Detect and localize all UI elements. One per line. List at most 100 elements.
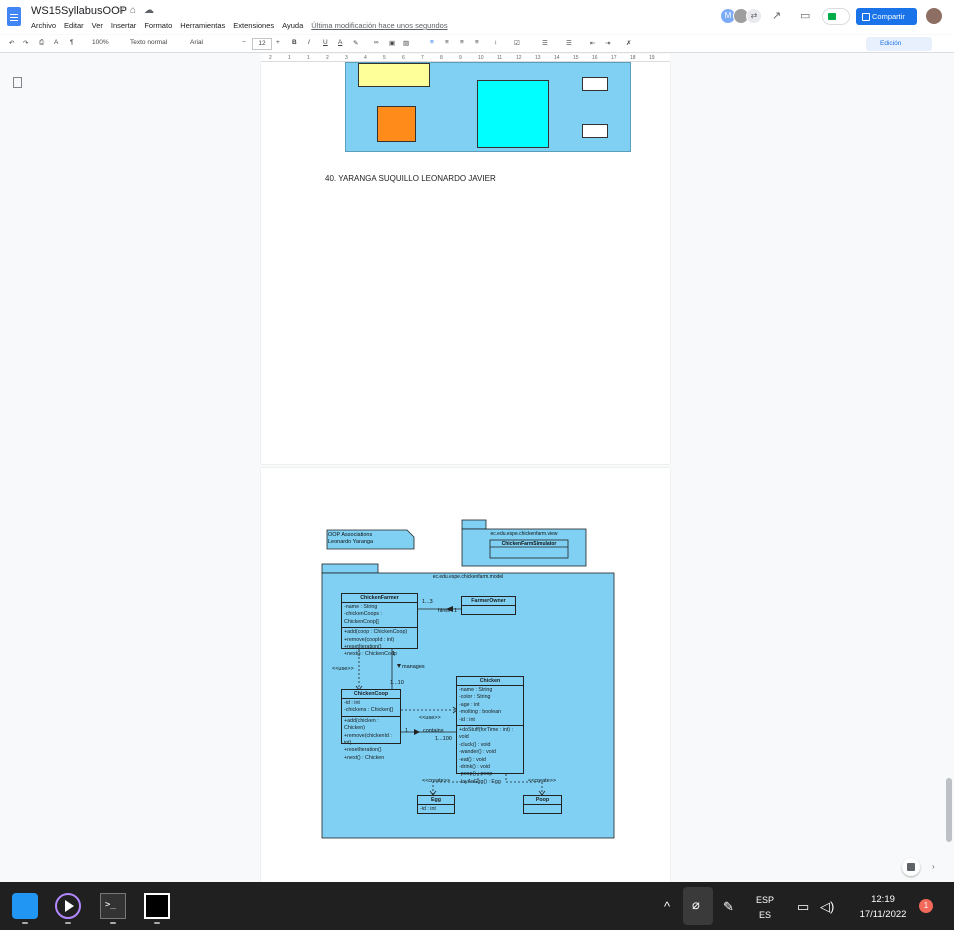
class-operation: +resetIteration() [344, 747, 382, 754]
input-language[interactable]: ESP ES [756, 893, 774, 923]
paint-format-icon[interactable]: ¶ [70, 39, 74, 46]
document-outline-icon[interactable] [13, 77, 22, 88]
menu-tools[interactable]: Herramientas [180, 21, 225, 30]
volume-icon[interactable]: ◁) [820, 899, 834, 915]
bulleted-list-icon[interactable]: ☰ [542, 39, 548, 47]
comment-icon[interactable]: ▣ [389, 39, 395, 47]
stereotype-label: <<use>> [332, 666, 354, 672]
author-line[interactable]: 40. YARANGA SUQUILLO LEONARDO JAVIER [325, 174, 496, 183]
network-icon[interactable]: ▭ [797, 899, 809, 915]
zoom-select[interactable]: 100% [92, 39, 109, 46]
collapse-arrow-icon[interactable]: › [932, 862, 935, 871]
document-title[interactable]: WS15SyllabusOOP [31, 5, 127, 17]
model-package-tab [321, 563, 379, 574]
highlight-icon[interactable]: ✎ [353, 39, 358, 47]
menu-bar: Archivo Editar Ver Insertar Formato Herr… [31, 21, 456, 30]
comments-icon[interactable]: ▭ [800, 9, 810, 22]
font-size-input[interactable]: 12 [252, 38, 272, 50]
decrease-indent-icon[interactable]: ⇤ [590, 39, 595, 47]
menu-help[interactable]: Ayuda [282, 21, 303, 30]
uml-diagram-image-partial[interactable] [345, 62, 631, 152]
link-icon[interactable]: ∞ [374, 39, 379, 46]
align-right-icon[interactable]: ≡ [460, 39, 464, 46]
menu-view[interactable]: Ver [92, 21, 103, 30]
ruler-mark: 2 [269, 55, 272, 61]
align-left-icon[interactable]: ≡ [430, 39, 434, 46]
system-clock[interactable]: 12:19 17/11/2022 [850, 892, 916, 922]
ruler-mark: 14 [554, 55, 560, 61]
increase-indent-icon[interactable]: ⇥ [605, 39, 610, 47]
ruler-mark: 18 [630, 55, 636, 61]
menu-edit[interactable]: Editar [64, 21, 84, 30]
document-page[interactable]: OOP Associations Leonardo Yaranga ec.edu… [261, 468, 670, 888]
star-icon[interactable]: ☆ [116, 5, 125, 16]
redo-icon[interactable]: ↷ [23, 39, 28, 47]
notification-badge[interactable]: 1 [919, 899, 933, 913]
explore-icon[interactable] [902, 858, 920, 876]
increase-font-size-button[interactable]: + [276, 39, 280, 46]
scrollbar-track[interactable] [944, 62, 954, 880]
ruler-mark: 6 [402, 55, 405, 61]
menu-format[interactable]: Formato [144, 21, 172, 30]
scrollbar-thumb[interactable] [946, 778, 952, 842]
ruler-mark: 9 [459, 55, 462, 61]
class-operation: -poop() : poop [459, 771, 493, 778]
spellcheck-icon[interactable]: A [54, 39, 58, 46]
activity-trend-icon[interactable]: ↗ [772, 9, 781, 22]
share-button[interactable]: Compartir [856, 8, 917, 25]
taskbar: ^ ⌀ ✎ ESP ES ▭ ◁) 12:19 17/11/2022 1 [0, 882, 954, 930]
menu-extensions[interactable]: Extensiones [233, 21, 274, 30]
document-page[interactable]: 40. YARANGA SUQUILLO LEONARDO JAVIER [261, 62, 670, 464]
note-line: OOP Associations [328, 532, 373, 538]
style-select[interactable]: Texto normal [130, 39, 167, 46]
underline-button[interactable]: U [323, 39, 328, 46]
model-package-name: ec.edu.espe.chickenfarm.model [432, 574, 504, 580]
class-operation: -wander() : void [459, 749, 496, 756]
title-bar: WS15SyllabusOOP ☆ ⌂ ☁ Archivo Editar Ver… [0, 0, 954, 34]
collaborator-avatars[interactable]: M ⇄ [720, 8, 762, 24]
editing-mode-select[interactable]: Edición [866, 37, 932, 51]
tray-expand-icon[interactable]: ^ [664, 899, 670, 914]
meet-button[interactable] [822, 8, 850, 25]
ruler[interactable]: 2 1 1 2 3 4 5 6 7 8 9 10 11 12 13 14 15 16 17 18 19 [261, 54, 670, 62]
microphone-muted-icon[interactable]: ⌀ [683, 887, 713, 925]
ruler-mark: 5 [383, 55, 386, 61]
italic-button[interactable]: I [308, 39, 310, 46]
checklist-icon[interactable]: ☑ [514, 39, 520, 47]
pen-app-icon[interactable] [12, 893, 38, 919]
menu-file[interactable]: Archivo [31, 21, 56, 30]
undo-icon[interactable]: ↶ [9, 39, 14, 47]
user-avatar[interactable] [926, 8, 942, 24]
multiplicity-label: 1 [454, 608, 458, 614]
chicken-class: Chicken -name : String -color : String -… [456, 676, 524, 785]
font-select[interactable]: Arial [190, 39, 203, 46]
align-center-icon[interactable]: ≡ [445, 39, 449, 46]
pen-tray-icon[interactable]: ✎ [723, 899, 734, 915]
docs-logo-icon[interactable] [7, 7, 21, 26]
cloud-status-icon[interactable]: ☁ [144, 5, 154, 16]
avatar[interactable]: ⇄ [746, 8, 762, 24]
print-icon[interactable]: ⎙ [39, 39, 44, 47]
text-color-button[interactable]: A [338, 39, 342, 46]
image-icon[interactable]: ▨ [403, 39, 409, 47]
decrease-font-size-button[interactable]: − [242, 39, 246, 46]
class-operation: +add(chicken : Chicken) [344, 717, 379, 732]
clear-formatting-icon[interactable]: ✗ [626, 39, 631, 47]
simulator-class-name: ChickenFarmSimulator [501, 541, 557, 547]
diagram-note: OOP Associations Leonardo Yaranga [328, 532, 373, 546]
bold-button[interactable]: B [292, 39, 297, 46]
numbered-list-icon[interactable]: ☰ [566, 39, 572, 47]
line-spacing-icon[interactable]: ↕ [494, 39, 497, 46]
ruler-mark: 19 [649, 55, 655, 61]
media-player-icon[interactable] [55, 893, 81, 919]
video-editor-icon[interactable] [144, 893, 170, 919]
last-edit-link[interactable]: Última modificación hace unos segundos [311, 21, 447, 30]
justify-icon[interactable]: ≡ [475, 39, 479, 46]
move-icon[interactable]: ⌂ [130, 5, 136, 16]
keyboard-layout: ES [759, 910, 772, 920]
mic-slash-glyph: ⌀ [692, 897, 700, 912]
terminal-icon[interactable] [100, 893, 126, 919]
ruler-mark: 13 [535, 55, 541, 61]
menu-insert[interactable]: Insertar [111, 21, 136, 30]
class-operation: +doStuff(forTime : int) : void [459, 727, 514, 741]
